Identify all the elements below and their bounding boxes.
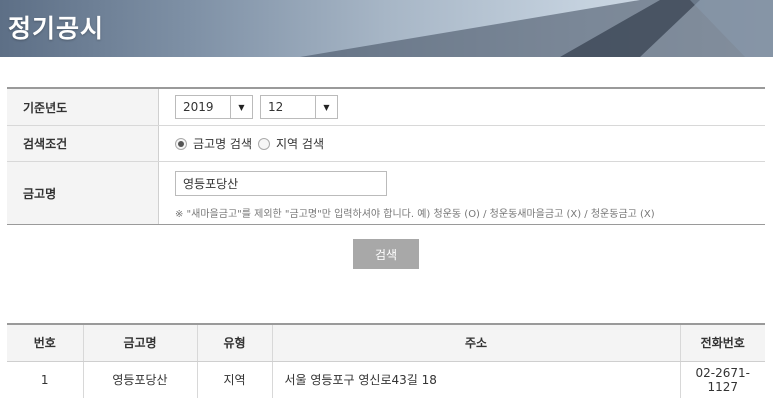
table-header-row: 번호 금고명 유형 주소 전화번호 (7, 324, 765, 362)
name-label: 금고명 (7, 162, 159, 224)
cell-name[interactable]: 영등포당산 (83, 361, 198, 398)
page-title: 정기공시 (8, 14, 105, 43)
month-select-value: 12 (268, 100, 284, 114)
year-row: 기준년도 2019 ▼ 12 ▼ (7, 89, 765, 126)
header-phone: 전화번호 (680, 324, 765, 362)
radio-name-search-label: 금고명 검색 (193, 137, 253, 151)
result-table: 번호 금고명 유형 주소 전화번호 1 영등포당산 지역 서울 영등포구 영신로… (7, 323, 765, 398)
name-row: 금고명 ※ "새마을금고"를 제외한 "금고명"만 입력하셔야 합니다. 예) … (7, 162, 765, 224)
header-type: 유형 (197, 324, 273, 362)
year-select[interactable]: 2019 ▼ (175, 95, 253, 119)
condition-label: 검색조건 (7, 126, 159, 161)
page-banner: 정기공시 (0, 0, 773, 57)
table-row[interactable]: 1 영등포당산 지역 서울 영등포구 영신로43길 18 02-2671-112… (7, 361, 765, 398)
year-select-value: 2019 (183, 100, 214, 114)
cell-number: 1 (7, 361, 84, 398)
radio-icon[interactable] (175, 137, 187, 150)
cell-phone: 02-2671-1127 (680, 361, 765, 398)
radio-region-search[interactable]: 지역 검색 (258, 135, 324, 152)
cell-address: 서울 영등포구 영신로43길 18 (272, 361, 681, 398)
name-input[interactable] (175, 171, 387, 196)
chevron-down-icon: ▼ (323, 102, 330, 112)
search-button[interactable]: 검색 (353, 239, 419, 269)
radio-name-search[interactable]: 금고명 검색 (175, 135, 252, 152)
chevron-down-icon: ▼ (238, 102, 245, 112)
building-image (300, 0, 773, 57)
search-form: 기준년도 2019 ▼ 12 ▼ 검색조건 금고명 검색 지역 검색 금고명 영… (7, 87, 765, 225)
input-hint: ※ "새마을금고"를 제외한 "금고명"만 입력하셔야 합니다. 예) 청운동 … (175, 209, 655, 220)
radio-icon[interactable] (258, 137, 271, 150)
radio-region-search-label: 지역 검색 (276, 137, 324, 151)
header-number: 번호 (7, 324, 84, 362)
year-label: 기준년도 (7, 89, 159, 125)
cell-type: 지역 (197, 361, 273, 398)
month-select[interactable]: 12 ▼ (260, 95, 338, 119)
header-name: 금고명 (83, 324, 198, 362)
header-address: 주소 (272, 324, 681, 362)
condition-row: 검색조건 금고명 검색 지역 검색 (7, 126, 765, 162)
